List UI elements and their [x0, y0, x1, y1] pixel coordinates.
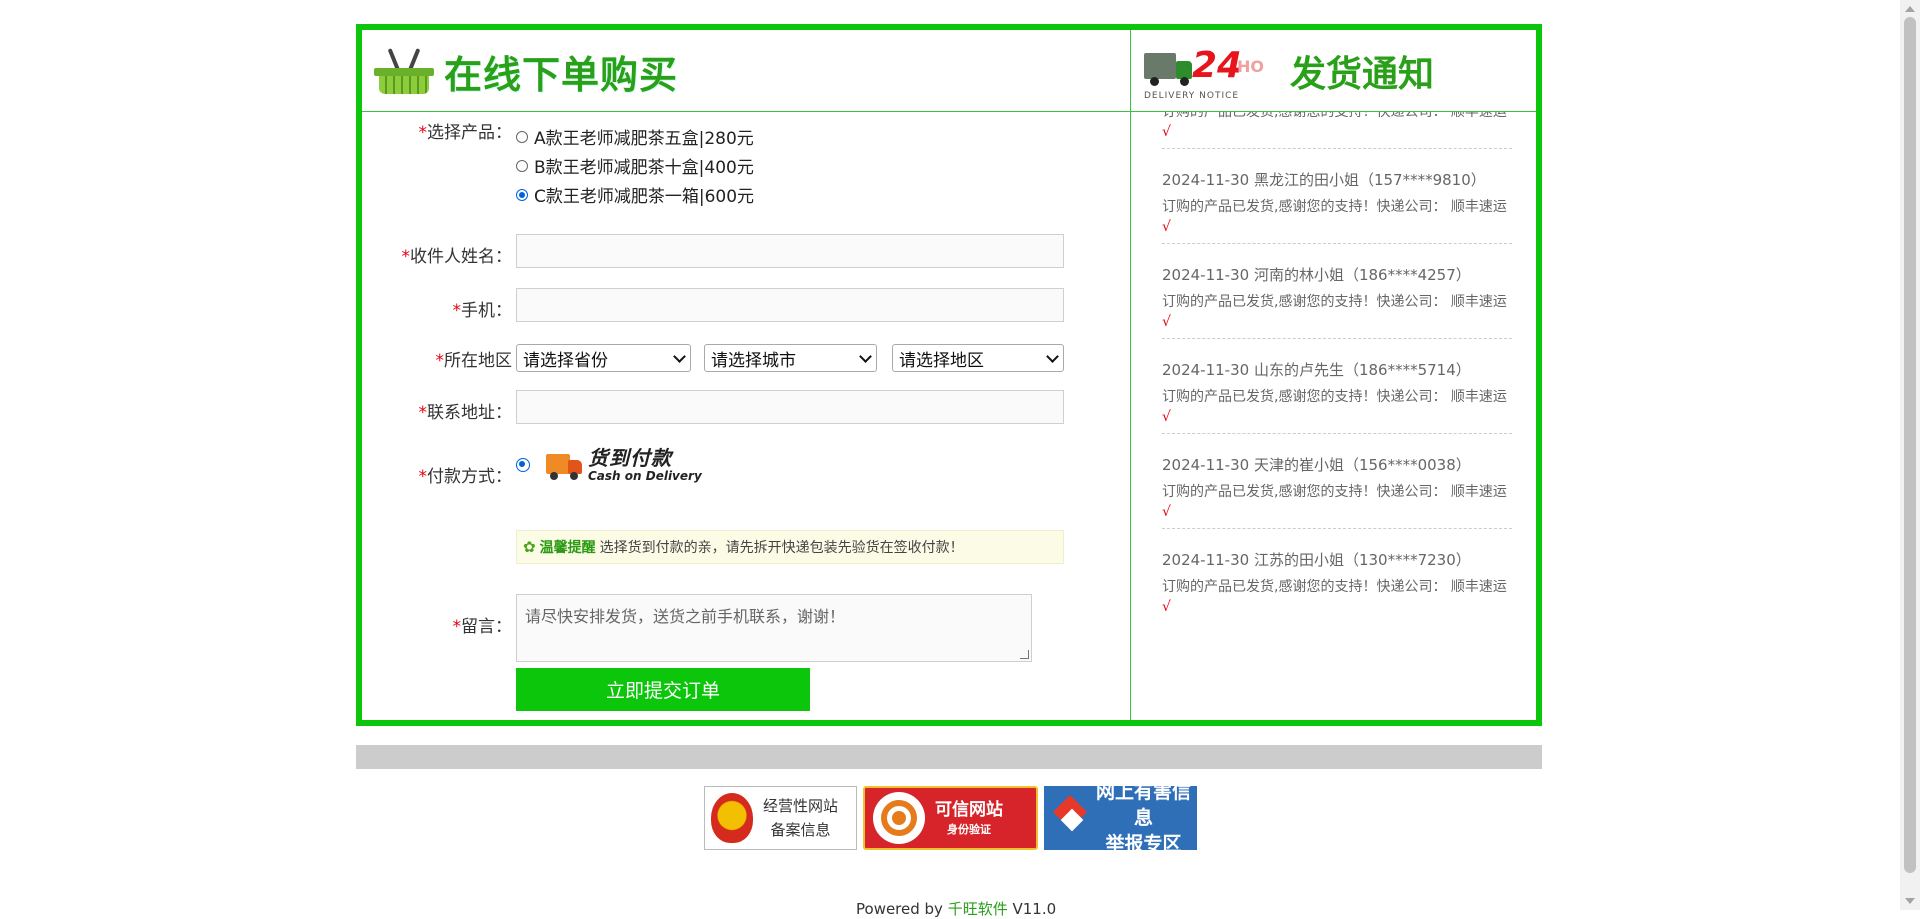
message-textarea[interactable]: 请尽快安排发货，送货之前手机联系，谢谢！ [516, 594, 1032, 662]
harmful-info-report-badge[interactable]: 网上有害信息 举报专区 [1044, 781, 1197, 855]
reminder-box: ✿ 温馨提醒 选择货到付款的亲，请先拆开快递包装先验货在签收付款！ [516, 530, 1064, 564]
cod-truck-icon [546, 446, 586, 484]
cod-option[interactable]: 货到付款 Cash on Delivery [516, 446, 702, 484]
chevron-down-icon [673, 349, 686, 363]
powered-by: Powered by 千旺软件 V11.0 [856, 900, 1057, 918]
delivery-title: 发货通知 [1290, 54, 1435, 95]
phone-input[interactable] [516, 288, 1064, 322]
trust-badges: 经营性网站 备案信息 可信网站 身份验证 网上有害信息 举报专区 [704, 781, 1197, 855]
gear-icon: ✿ [523, 538, 536, 556]
scrollbar-thumb[interactable] [1904, 17, 1916, 873]
report-logo-icon [1054, 796, 1086, 840]
name-label: *收件人姓名： [401, 247, 513, 267]
delivery-24-label: 24 [1192, 45, 1243, 86]
shopping-basket-icon [374, 46, 434, 96]
product-a-radio[interactable] [516, 130, 528, 143]
footer-divider-bar [356, 745, 1542, 769]
province-select[interactable]: 请选择省份 [516, 344, 691, 372]
column-divider [1130, 30, 1131, 720]
national-emblem-icon [711, 793, 753, 843]
notice-item: 2024-11-30 山东的卢先生（186****5714） 订购的产品已发货,… [1162, 353, 1512, 434]
notice-item: 2024-11-30 江苏的田小姐（130****7230） 订购的产品已发货,… [1162, 551, 1507, 615]
trusted-site-badge[interactable]: 可信网站 身份验证 [863, 786, 1038, 850]
notice-scroller: 订购的产品已发货,感谢您的支持！快递公司： 顺丰速运 √ 2024-11-30 … [1162, 112, 1512, 637]
product-b-radio[interactable] [516, 159, 528, 172]
trusted-site-logo-icon [873, 792, 925, 844]
icp-record-badge[interactable]: 经营性网站 备案信息 [704, 786, 857, 850]
cod-logo: 货到付款 Cash on Delivery [588, 446, 702, 483]
notice-item: 订购的产品已发货,感谢您的支持！快递公司： 顺丰速运 √ [1162, 112, 1512, 149]
chevron-down-icon [859, 349, 872, 363]
cod-radio[interactable] [516, 458, 530, 472]
notice-item: 2024-11-30 天津的崔小姐（156****0038） 订购的产品已发货,… [1162, 448, 1512, 529]
address-label: *联系地址： [418, 403, 513, 423]
powered-brand-link[interactable]: 千旺软件 [948, 900, 1008, 918]
city-select[interactable]: 请选择城市 [704, 344, 877, 372]
phone-label: *手机： [452, 301, 513, 321]
reminder-title: 温馨提醒 [539, 540, 596, 556]
order-title: 在线下单购买 [444, 52, 679, 97]
scroll-down-arrow-icon[interactable] [1905, 898, 1915, 904]
order-header: 在线下单购买 [374, 38, 678, 104]
delivery-notice-list: 订购的产品已发货,感谢您的支持！快递公司： 顺丰速运 √ 2024-11-30 … [1132, 112, 1536, 720]
submit-order-button[interactable]: 立即提交订单 [516, 668, 810, 711]
product-option-a[interactable]: A款王老师减肥茶五盒|280元 [516, 124, 754, 149]
message-label: *留言： [452, 617, 513, 637]
resize-handle-icon[interactable] [1020, 650, 1029, 659]
order-panel: 在线下单购买 24 HO DELIVERY NOTICE 发货通知 *选择产品：… [356, 24, 1542, 726]
delivery-header: 24 HO DELIVERY NOTICE 发货通知 [1142, 38, 1434, 104]
delivery-hrs-label: HO [1237, 57, 1264, 76]
notice-item: 2024-11-30 黑龙江的田小姐（157****9810） 订购的产品已发货… [1162, 163, 1512, 244]
notice-item: 2024-11-30 河南的林小姐（186****4257） 订购的产品已发货,… [1162, 258, 1512, 339]
district-select[interactable]: 请选择地区 [892, 344, 1064, 372]
page-scrollbar[interactable] [1900, 0, 1920, 910]
scroll-up-arrow-icon[interactable] [1905, 6, 1915, 12]
region-label: *所在地区 [435, 351, 513, 371]
delivery-truck-logo: 24 HO DELIVERY NOTICE [1142, 41, 1282, 101]
product-label: *选择产品： [418, 123, 513, 143]
product-option-b[interactable]: B款王老师减肥茶十盒|400元 [516, 153, 754, 178]
payment-label: *付款方式： [418, 467, 513, 487]
product-c-radio[interactable] [516, 188, 528, 201]
address-input[interactable] [516, 390, 1064, 424]
reminder-text: 选择货到付款的亲，请先拆开快递包装先验货在签收付款！ [599, 540, 964, 556]
chevron-down-icon [1046, 349, 1059, 363]
message-placeholder: 请尽快安排发货，送货之前手机联系，谢谢！ [525, 607, 846, 626]
delivery-notice-en: DELIVERY NOTICE [1144, 91, 1240, 101]
recipient-name-input[interactable] [516, 234, 1064, 268]
product-option-c[interactable]: C款王老师减肥茶一箱|600元 [516, 182, 754, 207]
